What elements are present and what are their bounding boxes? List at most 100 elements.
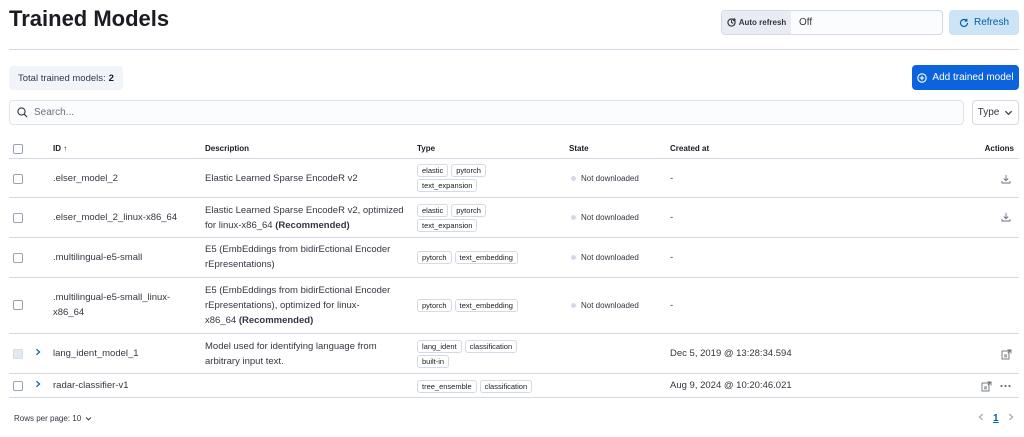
download-button[interactable] xyxy=(999,172,1013,186)
previous-page-button[interactable] xyxy=(977,413,985,424)
expand-row-button[interactable] xyxy=(34,346,42,361)
model-created-at: Aug 9, 2024 @ 10:20:46.021 xyxy=(670,380,792,391)
type-tag: classification xyxy=(464,340,518,353)
type-tag: built-in xyxy=(417,355,450,368)
model-created-at: - xyxy=(670,173,674,184)
rows-per-page-label: Rows per page: 10 xyxy=(14,414,82,423)
row-checkbox[interactable] xyxy=(13,174,23,184)
type-tag: elastic xyxy=(417,164,449,177)
search-input[interactable] xyxy=(34,107,934,118)
total-models-badge: Total trained models: 2 xyxy=(9,66,123,90)
row-checkbox[interactable] xyxy=(13,253,23,263)
deploy-model-button[interactable] xyxy=(999,347,1013,361)
model-state-label: Not downloaded xyxy=(581,253,639,262)
description-line: rEpresentations), optimized for linux- xyxy=(205,300,360,311)
column-header-id[interactable]: ID ↑ xyxy=(53,144,67,153)
table-row: radar-classifier-v1 tree_ensemble classif… xyxy=(9,374,1019,398)
chevron-down-icon xyxy=(85,417,92,421)
state-dot-icon xyxy=(571,255,576,260)
model-type-tags: tree_ensemble classification xyxy=(417,379,567,394)
model-state: Not downloaded xyxy=(571,298,639,313)
total-models-value: 2 xyxy=(108,72,114,84)
select-all-checkbox[interactable] xyxy=(13,144,23,154)
row-checkbox[interactable] xyxy=(13,300,23,310)
page-number-button[interactable]: 1 xyxy=(993,413,999,424)
model-state: Not downloaded xyxy=(571,210,639,225)
type-tag: pytorch xyxy=(417,299,452,312)
next-page-button[interactable] xyxy=(1007,413,1015,424)
description-line: Model used for identifying language from xyxy=(205,341,377,352)
model-state: Not downloaded xyxy=(571,250,639,265)
state-dot-icon xyxy=(571,176,576,181)
description-line: E5 (EmbEddings from bidirEctional Encode… xyxy=(205,244,391,255)
row-checkbox[interactable] xyxy=(13,381,23,391)
type-tag: elastic xyxy=(417,204,449,217)
state-dot-icon xyxy=(571,215,576,220)
type-tag: text_embedding xyxy=(454,299,518,312)
model-id: radar-classifier-v1 xyxy=(53,380,129,391)
auto-refresh-icon xyxy=(727,18,736,27)
auto-refresh-label: Auto refresh xyxy=(738,18,787,27)
expand-row-button[interactable] xyxy=(34,378,42,393)
add-trained-model-button[interactable]: Add trained model xyxy=(912,65,1019,90)
model-created-at: - xyxy=(670,252,674,263)
add-trained-model-label: Add trained model xyxy=(932,72,1014,83)
header-divider xyxy=(9,49,1019,50)
type-filter-label: Type xyxy=(977,107,1000,118)
column-header-actions: Actions xyxy=(984,144,1014,153)
recommended-label: (Recommended) xyxy=(238,315,314,326)
description-text: for linux-x86_64 xyxy=(205,220,276,231)
page-title: Trained Models xyxy=(9,6,170,31)
refresh-label: Refresh xyxy=(973,17,1009,28)
auto-refresh-value[interactable]: Off xyxy=(791,11,812,34)
description-line: rEpresentations) xyxy=(205,259,275,270)
more-actions-button[interactable] xyxy=(998,379,1012,393)
type-tag: pytorch xyxy=(451,164,486,177)
type-tag: classification xyxy=(479,380,533,393)
model-id: .elser_model_2 xyxy=(53,173,118,184)
column-header-state: State xyxy=(569,144,589,153)
type-tag: text_expansion xyxy=(417,219,478,232)
model-state-label: Not downloaded xyxy=(581,174,639,183)
row-checkbox[interactable] xyxy=(13,213,23,223)
search-bar[interactable] xyxy=(9,100,964,125)
table-row: .elser_model_2 Elastic Learned Sparse En… xyxy=(9,159,1019,198)
download-button[interactable] xyxy=(999,210,1013,224)
model-description: Elastic Learned Sparse EncodeR v2, optim… xyxy=(205,203,404,233)
model-id-line: .multilingual-e5-small_linux- xyxy=(53,292,171,303)
deploy-model-button[interactable] xyxy=(979,379,993,393)
type-filter-button[interactable]: Type xyxy=(972,100,1019,125)
model-description: Elastic Learned Sparse EncodeR v2 xyxy=(205,173,358,184)
table-header: ID ↑ Description Type State Created at A… xyxy=(9,139,1019,159)
refresh-button[interactable]: Refresh xyxy=(949,10,1019,35)
chevron-right-icon xyxy=(36,380,41,388)
chevron-left-icon xyxy=(978,413,983,421)
table-row: .elser_model_2_linux-x86_64 Elastic Lear… xyxy=(9,198,1019,238)
auto-refresh-control[interactable]: Auto refresh Off xyxy=(721,10,943,35)
column-header-created[interactable]: Created at xyxy=(670,144,709,153)
state-dot-icon xyxy=(571,303,576,308)
pagination: 1 xyxy=(977,413,1015,424)
model-description: E5 (EmbEddings from bidirEctional Encode… xyxy=(205,242,390,272)
model-type-tags: elastic pytorch text_expansion xyxy=(417,163,537,193)
model-type-tags: lang_ident classification built-in xyxy=(417,339,547,369)
type-tag: text_expansion xyxy=(417,179,478,192)
deploy-icon xyxy=(981,381,991,391)
total-models-label: Total trained models: xyxy=(18,72,106,84)
description-line: x86_64 (Recommended) xyxy=(205,313,390,328)
type-tag: tree_ensemble xyxy=(417,380,477,393)
type-tag: lang_ident xyxy=(417,340,462,353)
model-type-tags: pytorch text_embedding xyxy=(417,298,557,313)
model-created-at: - xyxy=(670,212,674,223)
model-id: lang_ident_model_1 xyxy=(53,348,139,359)
auto-refresh-toggle[interactable]: Auto refresh xyxy=(722,11,791,34)
description-line: arbitrary input text. xyxy=(205,356,284,367)
rows-per-page-selector[interactable]: Rows per page: 10 xyxy=(14,414,92,423)
chevron-right-icon xyxy=(1008,413,1014,421)
type-tag: pytorch xyxy=(451,204,486,217)
model-state-label: Not downloaded xyxy=(581,301,639,310)
chevron-right-icon xyxy=(36,348,41,356)
chevron-down-icon xyxy=(1005,110,1013,116)
description-line: E5 (EmbEddings from bidirEctional Encode… xyxy=(205,285,391,296)
table-row: .multilingual-e5-small E5 (EmbEddings fr… xyxy=(9,238,1019,278)
